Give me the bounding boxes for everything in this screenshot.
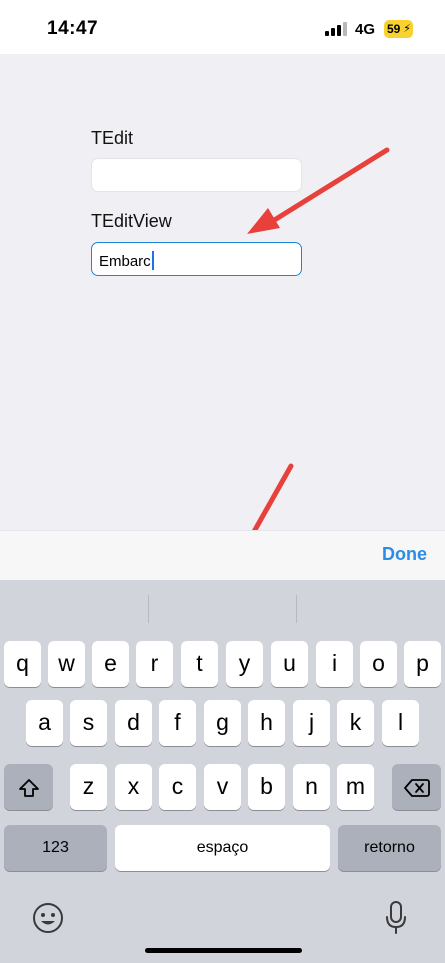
key-r[interactable]: r [136,641,173,687]
shift-key[interactable] [4,764,53,810]
key-b[interactable]: b [248,764,285,810]
keyboard-accessory-bar: Done [0,530,445,580]
backspace-icon [403,779,430,797]
key-m[interactable]: m [337,764,374,810]
key-e[interactable]: e [92,641,129,687]
emoji-icon[interactable] [32,902,64,934]
keyboard: q w e r t y u i o p a s d f g h j k l z … [0,580,445,963]
key-v[interactable]: v [204,764,241,810]
key-a[interactable]: a [26,700,63,746]
shift-icon [18,779,39,797]
key-u[interactable]: u [271,641,308,687]
key-h[interactable]: h [248,700,285,746]
key-w[interactable]: w [48,641,85,687]
home-indicator [145,948,302,953]
key-n[interactable]: n [293,764,330,810]
key-f[interactable]: f [159,700,196,746]
microphone-icon[interactable] [384,900,408,936]
key-o[interactable]: o [360,641,397,687]
arrow-head-teditview [247,208,280,234]
key-j[interactable]: j [293,700,330,746]
key-k[interactable]: k [337,700,374,746]
done-button[interactable]: Done [382,544,427,565]
arrow-to-teditview [265,147,390,227]
suggestion-divider [148,595,149,623]
key-l[interactable]: l [382,700,419,746]
key-z[interactable]: z [70,764,107,810]
space-key[interactable]: espaço [115,825,330,871]
backspace-key[interactable] [392,764,441,810]
key-g[interactable]: g [204,700,241,746]
key-y[interactable]: y [226,641,263,687]
key-d[interactable]: d [115,700,152,746]
numbers-key[interactable]: 123 [4,825,107,871]
suggestion-divider [296,595,297,623]
key-t[interactable]: t [181,641,218,687]
key-q[interactable]: q [4,641,41,687]
key-s[interactable]: s [70,700,107,746]
key-x[interactable]: x [115,764,152,810]
return-key[interactable]: retorno [338,825,441,871]
key-i[interactable]: i [316,641,353,687]
key-c[interactable]: c [159,764,196,810]
key-p[interactable]: p [404,641,441,687]
